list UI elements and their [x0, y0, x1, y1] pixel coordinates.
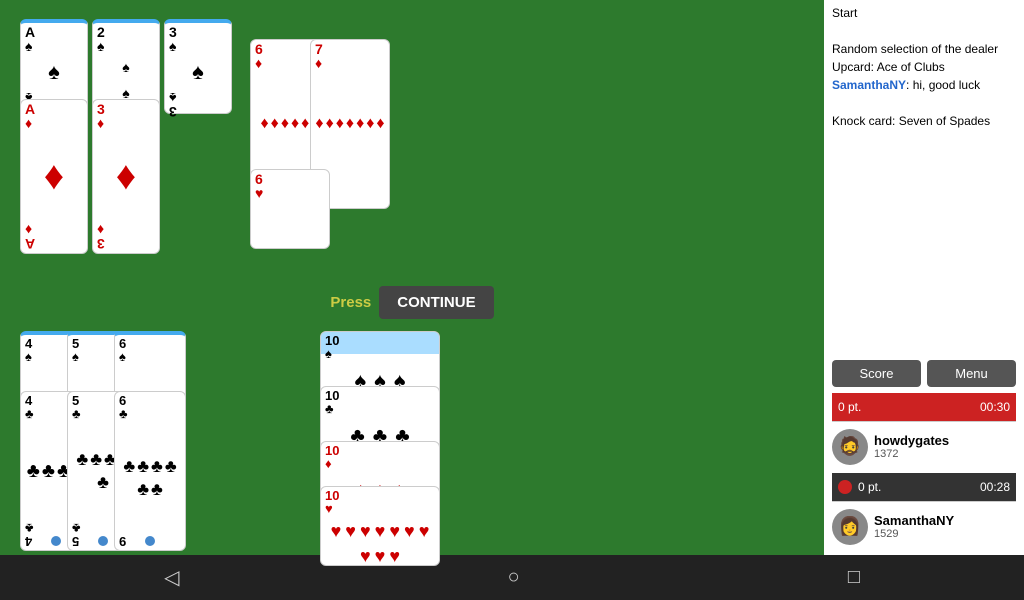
continue-bar: Press CONTINUE — [0, 277, 824, 327]
top-half: A ♠ ♠ A ♠ 2 ♠ — [0, 0, 824, 277]
player1-avatar: 🧔 — [832, 429, 868, 465]
continue-button[interactable]: CONTINUE — [379, 286, 493, 319]
player1-score: 0 pt. — [838, 400, 980, 414]
press-label: Press — [330, 294, 371, 311]
card-3-spade-top[interactable]: 3 ♠ ♠ 3 ♠ — [164, 19, 232, 114]
player2-rating: 1529 — [874, 528, 954, 540]
player2-avatar: 👩 — [832, 509, 868, 545]
menu-button[interactable]: Menu — [927, 360, 1016, 387]
log-entry-samantha: SamanthaNY: hi, good luck — [832, 76, 1016, 94]
samantha-name: SamanthaNY — [832, 78, 906, 92]
home-icon[interactable]: ○ — [508, 566, 520, 589]
top-left-cards: A ♠ ♠ A ♠ 2 ♠ — [20, 19, 250, 259]
card-6-club[interactable]: 6 ♣ ♣ ♣ ♣ ♣ ♣ ♣ 9 — [114, 391, 186, 551]
log-entry-upcard: Upcard: Ace of Clubs — [832, 58, 1016, 76]
player2-timer: 00:28 — [980, 480, 1010, 494]
top-right-cards: 6 ♦ ♦ ♦ ♦ ♦ ♦ ♦ 6 ♦ — [250, 39, 430, 239]
player1-score-bar: 0 pt. 00:30 — [832, 393, 1016, 421]
log-entry-knock: Knock card: Seven of Spades — [832, 112, 1016, 130]
player2-name: SamanthaNY — [874, 513, 954, 528]
card-6-heart[interactable]: 6 ♥ — [250, 169, 330, 249]
player1-name: howdygates — [874, 433, 949, 448]
chat-log: Start Random selection of the dealer Upc… — [832, 4, 1016, 354]
log-entry-blank1 — [832, 22, 1016, 40]
card-10-heart[interactable]: 10 ♥ ♥ ♥ ♥ ♥ ♥ ♥ ♥ ♥ ♥ ♥ — [320, 486, 440, 566]
log-entry-start: Start — [832, 4, 1016, 22]
player1-rating: 1372 — [874, 448, 949, 460]
player2-row: 👩 SamanthaNY 1529 — [832, 501, 1016, 551]
main-area: A ♠ ♠ A ♠ 2 ♠ — [0, 0, 1024, 555]
player2-score-bar: 0 pt. 00:28 — [832, 473, 1016, 501]
player1-info: howdygates 1372 — [874, 433, 949, 460]
card-ace-diamond[interactable]: A ♦ ♦ A ♦ — [20, 99, 88, 254]
nav-bar: ◁ ○ □ — [0, 555, 1024, 600]
player1-row: 🧔 howdygates 1372 — [832, 421, 1016, 471]
game-area: A ♠ ♠ A ♠ 2 ♠ — [0, 0, 824, 555]
log-entry-random: Random selection of the dealer — [832, 40, 1016, 58]
player1-timer: 00:30 — [980, 400, 1010, 414]
bottom-right-cards: 10 ♠ ♠ ♠ ♠ 10 ♣ ♣ ♣ — [320, 331, 450, 551]
bottom-half: 4 ♠ ♠ 5 ♠ ♠ — [0, 327, 824, 555]
samantha-msg: : hi, good luck — [906, 78, 980, 92]
log-entry-blank2 — [832, 94, 1016, 112]
player2-info: SamanthaNY 1529 — [874, 513, 954, 540]
card-3-diamond-left[interactable]: 3 ♦ ♦ 3 ♦ — [92, 99, 160, 254]
square-icon[interactable]: □ — [848, 566, 860, 589]
player2-score: 0 pt. — [858, 480, 980, 494]
sidebar-buttons: Score Menu — [832, 354, 1016, 393]
bottom-left-cards: 4 ♠ ♠ 5 ♠ ♠ — [20, 331, 270, 551]
sidebar: Start Random selection of the dealer Upc… — [824, 0, 1024, 555]
score-button[interactable]: Score — [832, 360, 921, 387]
back-icon[interactable]: ◁ — [164, 565, 179, 590]
